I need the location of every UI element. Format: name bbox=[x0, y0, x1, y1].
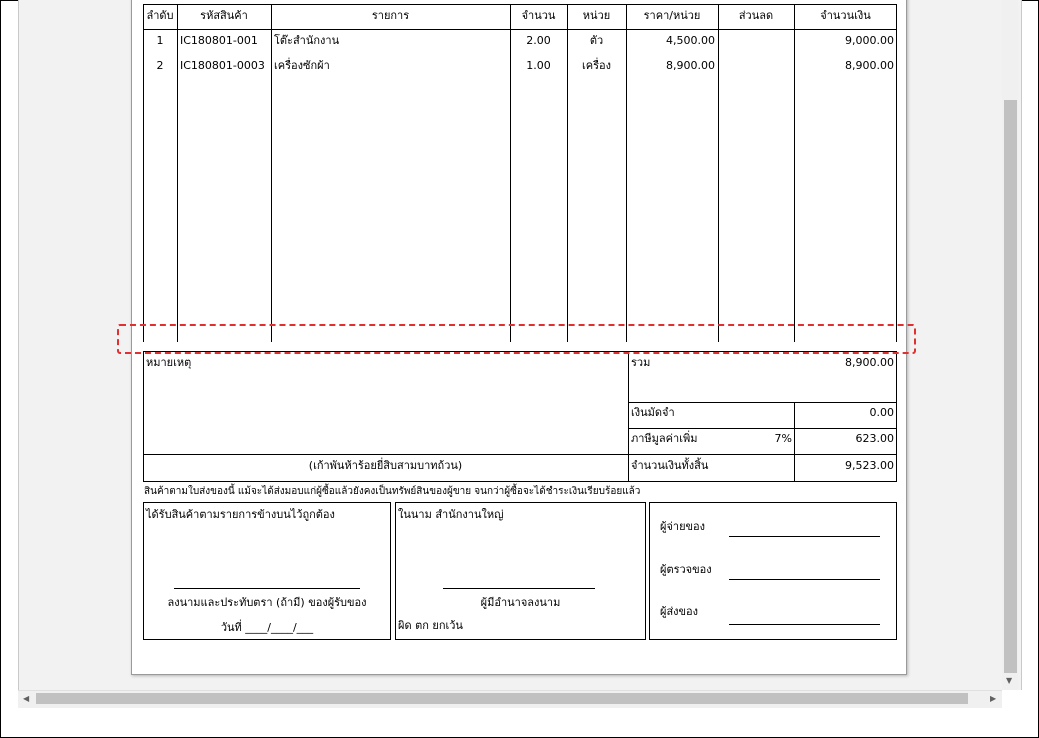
grand-total-value: 9,523.00 bbox=[845, 459, 894, 472]
company-note: ผิด ตก ยกเว้น bbox=[398, 619, 463, 632]
receiver-box bbox=[143, 502, 391, 640]
company-signature-line bbox=[443, 588, 595, 589]
row-price: 4,500.00 bbox=[666, 34, 715, 47]
col-header-discount: ส่วนลด bbox=[738, 9, 774, 22]
scroll-right-arrow-icon[interactable]: ▶ bbox=[990, 694, 996, 704]
col-header-unit: หน่วย bbox=[582, 9, 611, 22]
row-price: 8,900.00 bbox=[666, 59, 715, 72]
scroll-left-arrow-icon[interactable]: ◀ bbox=[23, 694, 29, 704]
checker-label: ผู้ตรวจของ bbox=[660, 563, 712, 576]
total-label: รวม bbox=[631, 356, 651, 369]
deposit-value: 0.00 bbox=[869, 406, 895, 419]
col-header-amount: จำนวนเงิน bbox=[820, 9, 871, 22]
row-qty: 1.00 bbox=[526, 59, 551, 72]
row-code: IC180801-001 bbox=[180, 34, 258, 47]
row-desc: เครื่องซักผ้า bbox=[274, 59, 330, 72]
row-amount: 8,900.00 bbox=[845, 59, 894, 72]
selection-highlight bbox=[117, 324, 916, 354]
company-sign-label: ผู้มีอำนาจลงนาม bbox=[480, 596, 561, 609]
scroll-down-arrow-icon[interactable]: ▼ bbox=[1006, 676, 1012, 686]
receiver-signature-line bbox=[174, 588, 360, 589]
col-header-qty: จำนวน bbox=[521, 9, 556, 22]
sender-label: ผู้ส่งของ bbox=[660, 605, 699, 618]
receiver-title: ได้รับสินค้าตามรายการข้างบนไว้ถูกต้อง bbox=[146, 508, 335, 521]
vertical-scroll-thumb[interactable] bbox=[1004, 100, 1017, 673]
col-header-code: รหัสสินค้า bbox=[200, 9, 248, 22]
payer-label: ผู้จ่ายของ bbox=[660, 520, 706, 533]
receiver-sign-label: ลงนามและประทับตรา (ถ้ามี) ของผู้รับของ bbox=[167, 596, 367, 609]
vat-rate: 7% bbox=[774, 432, 792, 445]
amount-in-words: (เก้าพันห้าร้อยยี่สิบสามบาทถ้วน) bbox=[308, 459, 463, 472]
deposit-label: เงินมัดจำ bbox=[631, 406, 675, 419]
checker-line bbox=[729, 579, 880, 580]
payer-line bbox=[729, 536, 880, 537]
vat-label: ภาษีมูลค่าเพิ่ม bbox=[631, 432, 698, 445]
row-no: 2 bbox=[156, 59, 164, 72]
row-amount: 9,000.00 bbox=[845, 34, 894, 47]
col-header-desc: รายการ bbox=[371, 9, 410, 22]
row-unit: เครื่อง bbox=[581, 59, 611, 72]
vat-value: 623.00 bbox=[855, 432, 895, 445]
company-title: ในนาม สำนักงานใหญ่ bbox=[398, 508, 504, 521]
col-header-no: ลำดับ bbox=[146, 9, 174, 22]
ownership-note: สินค้าตามใบส่งของนี้ แม้จะได้ส่งมอบแก่ผู… bbox=[144, 486, 641, 497]
row-qty: 2.00 bbox=[526, 34, 551, 47]
sender-line bbox=[729, 624, 880, 625]
row-unit: ตัว bbox=[589, 34, 604, 47]
row-no: 1 bbox=[156, 34, 164, 47]
row-code: IC180801-0003 bbox=[180, 59, 265, 72]
receiver-date: วันที่ ____/____/___ bbox=[220, 621, 314, 634]
row-desc: โต๊ะสำนักงาน bbox=[274, 34, 340, 47]
grand-total-label: จำนวนเงินทั้งสิ้น bbox=[631, 459, 709, 472]
horizontal-scroll-thumb[interactable] bbox=[36, 693, 968, 704]
col-header-price: ราคา/หน่วย bbox=[643, 9, 701, 22]
total-value: 8,900.00 bbox=[845, 356, 894, 369]
items-table bbox=[143, 4, 897, 342]
remark-label: หมายเหตุ bbox=[146, 356, 192, 369]
